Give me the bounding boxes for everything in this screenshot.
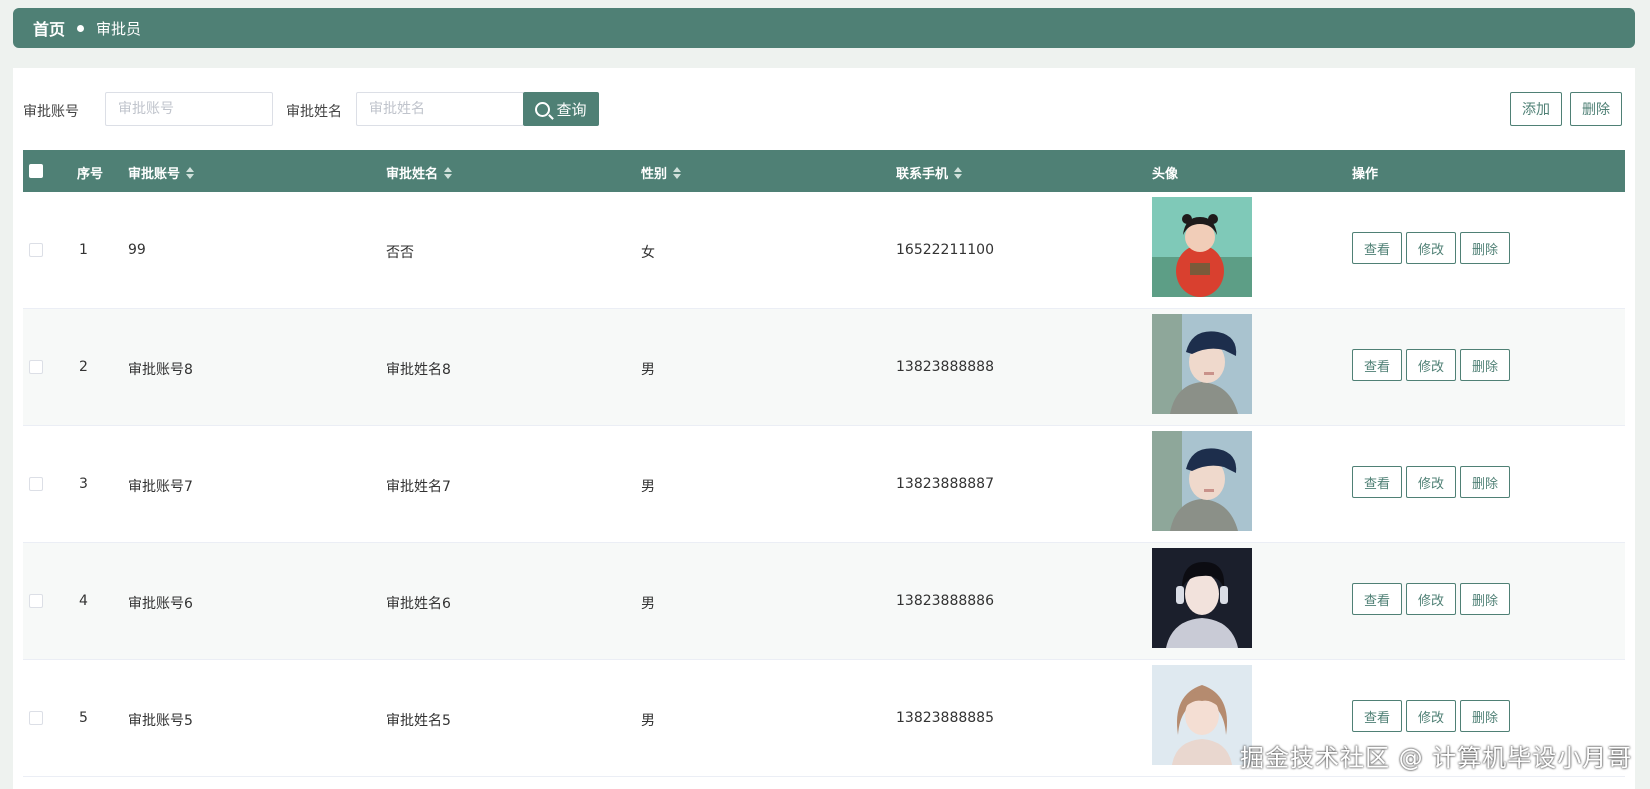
- cell-gender: 男: [641, 479, 655, 495]
- cell-index: 1: [79, 242, 88, 258]
- page: 首页 审批员 审批账号 审批姓名 查询 添加 删除 序号 审批账号 审批姓名 性…: [0, 0, 1650, 789]
- header-avatar: 头像: [1152, 167, 1179, 182]
- breadcrumb: 首页 审批员: [13, 8, 1635, 48]
- row-checkbox[interactable]: [29, 711, 43, 725]
- avatar: [1152, 665, 1252, 765]
- cell-name: 审批姓名5: [386, 713, 451, 729]
- batch-delete-button[interactable]: 删除: [1570, 92, 1622, 126]
- sort-icon[interactable]: [673, 166, 682, 179]
- edit-button[interactable]: 修改: [1406, 700, 1456, 732]
- sort-icon[interactable]: [444, 166, 453, 179]
- select-all-checkbox[interactable]: [29, 164, 43, 178]
- delete-button[interactable]: 删除: [1460, 466, 1510, 498]
- name-label: 审批姓名: [286, 104, 342, 120]
- cell-account: 审批账号8: [128, 362, 193, 378]
- search-bar: 审批账号 审批姓名 查询 添加 删除: [23, 92, 1625, 128]
- cell-account: 99: [128, 242, 146, 258]
- table-row: 2 审批账号8 审批姓名8 男 13823888888 查看 修改 删除: [23, 309, 1625, 426]
- add-button[interactable]: 添加: [1510, 92, 1562, 126]
- table-row: 1 99 否否 女 16522211100 查看 修改 删除: [23, 192, 1625, 309]
- cell-phone: 16522211100: [896, 242, 994, 258]
- view-button[interactable]: 查看: [1352, 232, 1402, 264]
- view-button[interactable]: 查看: [1352, 700, 1402, 732]
- delete-button[interactable]: 删除: [1460, 232, 1510, 264]
- sort-icon[interactable]: [186, 166, 195, 179]
- approver-table: 序号 审批账号 审批姓名 性别 联系手机 头像 操作 1 99 否否 女 165…: [23, 150, 1625, 777]
- name-search-input[interactable]: [356, 92, 524, 126]
- cell-gender: 男: [641, 596, 655, 612]
- delete-button[interactable]: 删除: [1460, 700, 1510, 732]
- cell-index: 5: [79, 710, 88, 726]
- avatar: [1152, 548, 1252, 648]
- cell-phone: 13823888887: [896, 476, 994, 492]
- query-button[interactable]: 查询: [523, 92, 599, 126]
- cell-gender: 男: [641, 362, 655, 378]
- cell-phone: 13823888888: [896, 359, 994, 375]
- header-name[interactable]: 审批姓名: [386, 163, 453, 182]
- header-index: 序号: [77, 167, 104, 182]
- table-row: 4 审批账号6 审批姓名6 男 13823888886 查看 修改 删除: [23, 543, 1625, 660]
- row-checkbox[interactable]: [29, 243, 43, 257]
- row-checkbox[interactable]: [29, 477, 43, 491]
- edit-button[interactable]: 修改: [1406, 232, 1456, 264]
- row-checkbox[interactable]: [29, 360, 43, 374]
- view-button[interactable]: 查看: [1352, 466, 1402, 498]
- header-actions: 操作: [1352, 167, 1379, 182]
- cell-account: 审批账号5: [128, 713, 193, 729]
- header-phone[interactable]: 联系手机: [896, 163, 963, 182]
- edit-button[interactable]: 修改: [1406, 349, 1456, 381]
- cell-name: 审批姓名7: [386, 479, 451, 495]
- cell-gender: 女: [641, 245, 655, 261]
- account-label: 审批账号: [23, 104, 79, 120]
- sort-icon[interactable]: [954, 166, 963, 179]
- avatar: [1152, 314, 1252, 414]
- cell-account: 审批账号6: [128, 596, 193, 612]
- cell-index: 2: [79, 359, 88, 375]
- avatar: [1152, 431, 1252, 531]
- cell-account: 审批账号7: [128, 479, 193, 495]
- header-account[interactable]: 审批账号: [128, 163, 195, 182]
- breadcrumb-current: 审批员: [96, 19, 142, 38]
- avatar: [1152, 197, 1252, 297]
- cell-index: 3: [79, 476, 88, 492]
- cell-phone: 13823888886: [896, 593, 994, 609]
- cell-name: 审批姓名8: [386, 362, 451, 378]
- breadcrumb-home-link[interactable]: 首页: [33, 16, 65, 40]
- edit-button[interactable]: 修改: [1406, 466, 1456, 498]
- table-body: 1 99 否否 女 16522211100 查看 修改 删除 2 审批账号8 审…: [23, 192, 1625, 777]
- main-panel: 审批账号 审批姓名 查询 添加 删除 序号 审批账号 审批姓名 性别 联系手机 …: [13, 68, 1635, 789]
- header-gender[interactable]: 性别: [641, 163, 682, 182]
- cell-gender: 男: [641, 713, 655, 729]
- cell-name: 审批姓名6: [386, 596, 451, 612]
- table-row: 3 审批账号7 审批姓名7 男 13823888887 查看 修改 删除: [23, 426, 1625, 543]
- cell-name: 否否: [386, 245, 414, 261]
- row-checkbox[interactable]: [29, 594, 43, 608]
- breadcrumb-separator-icon: [77, 24, 85, 32]
- search-icon: [535, 101, 551, 117]
- query-button-label: 查询: [556, 100, 587, 119]
- edit-button[interactable]: 修改: [1406, 583, 1456, 615]
- delete-button[interactable]: 删除: [1460, 349, 1510, 381]
- account-search-input[interactable]: [105, 92, 273, 126]
- view-button[interactable]: 查看: [1352, 583, 1402, 615]
- watermark: 掘金技术社区 @ 计算机毕设小月哥: [1240, 744, 1633, 772]
- view-button[interactable]: 查看: [1352, 349, 1402, 381]
- cell-phone: 13823888885: [896, 710, 994, 726]
- table-header: 序号 审批账号 审批姓名 性别 联系手机 头像 操作: [23, 150, 1625, 192]
- cell-index: 4: [79, 593, 88, 609]
- delete-button[interactable]: 删除: [1460, 583, 1510, 615]
